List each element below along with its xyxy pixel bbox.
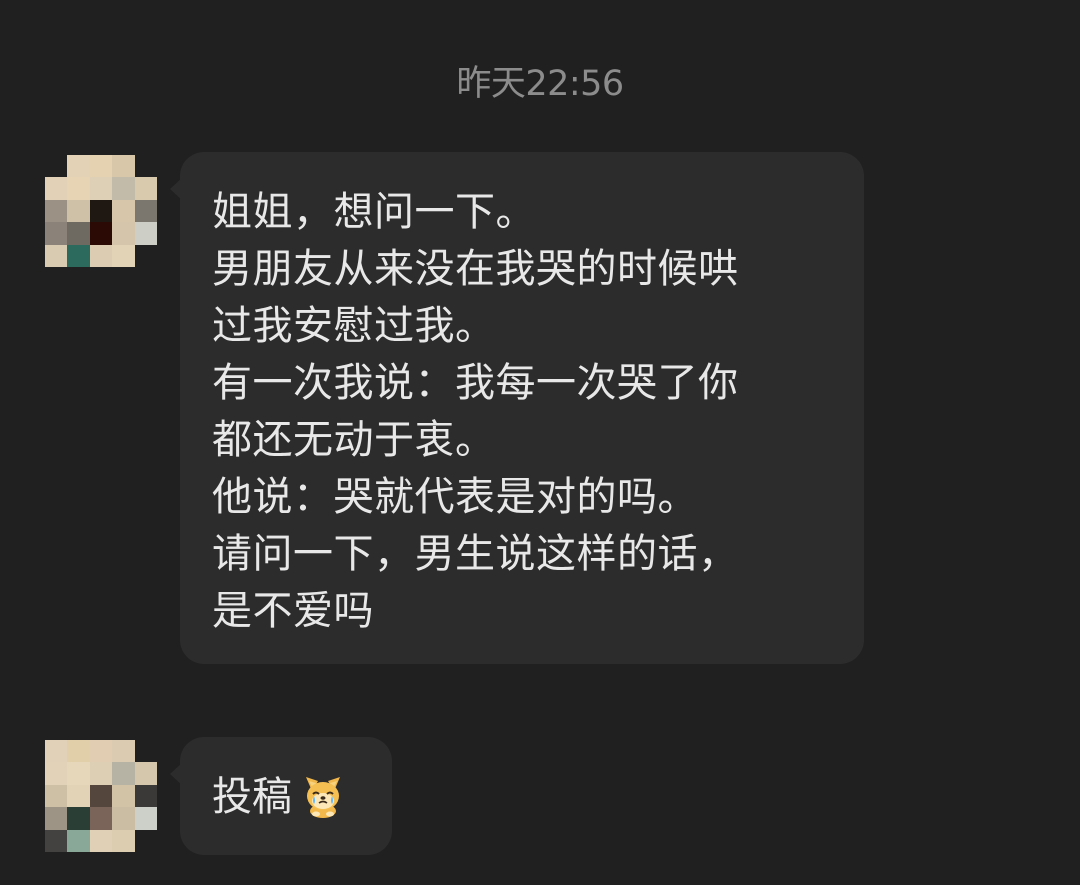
sender-avatar[interactable] <box>45 740 157 852</box>
bubble-tail <box>170 763 182 785</box>
message-bubble[interactable]: 姐姐，想问一下。 男朋友从来没在我哭的时候哄 过我安慰过我。 有一次我说：我每一… <box>170 152 864 664</box>
message-line: 请问一下，男生说这样的话， <box>212 531 739 577</box>
message-bubble[interactable]: 投稿 <box>170 737 392 855</box>
message-line: 都还无动于衷。 <box>212 417 496 463</box>
message-line: 姐姐，想问一下。 <box>212 189 536 235</box>
message-line: 是不爱吗 <box>212 588 374 634</box>
message-timestamp: 昨天22:56 <box>456 64 624 104</box>
message-line: 他说：哭就代表是对的吗。 <box>212 474 698 520</box>
sender-avatar[interactable] <box>45 155 157 267</box>
message-text: 投稿 <box>212 774 292 820</box>
message-line: 有一次我说：我每一次哭了你 <box>212 360 739 406</box>
bubble-tail <box>170 178 182 200</box>
message-line: 过我安慰过我。 <box>212 303 496 349</box>
crying-dog-emoji-icon <box>306 777 340 818</box>
message-line: 男朋友从来没在我哭的时候哄 <box>212 246 739 292</box>
